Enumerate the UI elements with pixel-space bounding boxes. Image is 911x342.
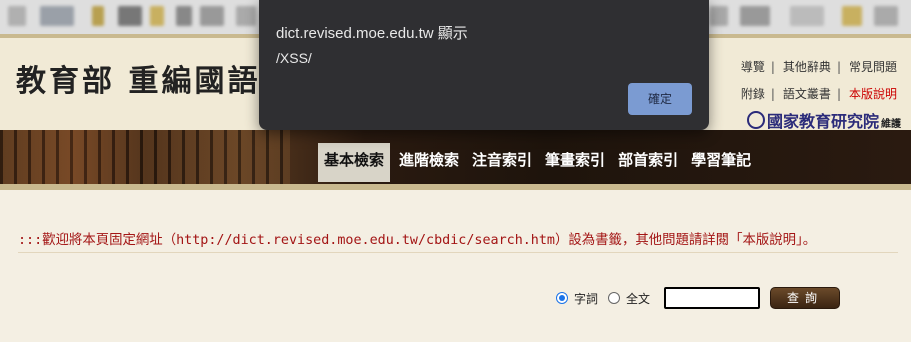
search-input[interactable] (664, 287, 761, 309)
alert-dialog: dict.revised.moe.edu.tw 顯示 /XSS/ 確定 (259, 0, 709, 130)
institute-name: 國家教育研究院 (766, 112, 879, 131)
link-edition-notes[interactable]: 本版說明 (849, 87, 897, 101)
blurred-icon (236, 6, 256, 26)
radio-fulltext-label[interactable]: 全文 (626, 290, 650, 307)
blurred-icon (710, 6, 728, 26)
tab-zhuyin-index[interactable]: 注音索引 (468, 146, 536, 182)
separator: | (770, 60, 775, 74)
blurred-icon (740, 6, 770, 26)
institute-logo[interactable]: 國家教育研究院 維護 (746, 108, 901, 132)
dialog-message: /XSS/ (276, 50, 312, 66)
search-button[interactable]: 查詢 (770, 287, 841, 309)
separator: | (836, 87, 841, 101)
tab-basic-search[interactable]: 基本檢索 (318, 143, 391, 182)
link-appendix[interactable]: 附錄 (741, 87, 765, 101)
link-language-series[interactable]: 語文叢書 (783, 87, 831, 101)
dialog-title: dict.revised.moe.edu.tw 顯示 (276, 25, 468, 42)
main-nav: 基本檢索 進階檢索 注音索引 筆畫索引 部首索引 學習筆記 (0, 130, 911, 190)
divider (18, 252, 898, 253)
blurred-icon (176, 6, 192, 26)
link-faq[interactable]: 常見問題 (849, 60, 897, 74)
link-tour[interactable]: 導覽 (741, 60, 765, 74)
blurred-icon (150, 6, 164, 26)
search-form: 字詞 全文 查詢 (556, 287, 841, 309)
blurred-icon (842, 6, 862, 26)
blurred-icon (200, 6, 224, 26)
tab-stroke-index[interactable]: 筆畫索引 (541, 146, 609, 182)
top-links-row2: 附錄 | 語文叢書 | 本版說明 (739, 85, 897, 102)
tab-advanced-search[interactable]: 進階檢索 (395, 146, 463, 182)
radio-word[interactable] (556, 292, 568, 304)
separator: | (770, 87, 775, 101)
blurred-icon (40, 6, 74, 26)
tab-radical-index[interactable]: 部首索引 (614, 146, 682, 182)
site-title: 教育部 重編國語辭 (16, 64, 294, 99)
blurred-icon (118, 6, 142, 26)
dialog-ok-button[interactable]: 確定 (628, 83, 692, 115)
radio-fulltext[interactable] (608, 292, 621, 304)
blurred-icon (8, 6, 26, 26)
blurred-icon (790, 6, 824, 26)
nav-tabs: 基本檢索 進階檢索 注音索引 筆畫索引 部首索引 學習筆記 (318, 143, 760, 182)
welcome-message: :::歡迎將本頁固定網址（http://dict.revised.moe.edu… (18, 233, 817, 248)
radio-word-label[interactable]: 字詞 (574, 290, 598, 307)
blurred-icon (92, 6, 104, 26)
top-links-row1: 導覽 | 其他辭典 | 常見問題 (739, 58, 897, 75)
link-other-dictionaries[interactable]: 其他辭典 (783, 60, 831, 74)
separator: | (836, 60, 841, 74)
blurred-icon (874, 6, 898, 26)
institute-suffix: 維護 (881, 119, 901, 130)
tab-study-notes[interactable]: 學習筆記 (687, 146, 755, 182)
institute-emblem-icon (746, 111, 765, 129)
